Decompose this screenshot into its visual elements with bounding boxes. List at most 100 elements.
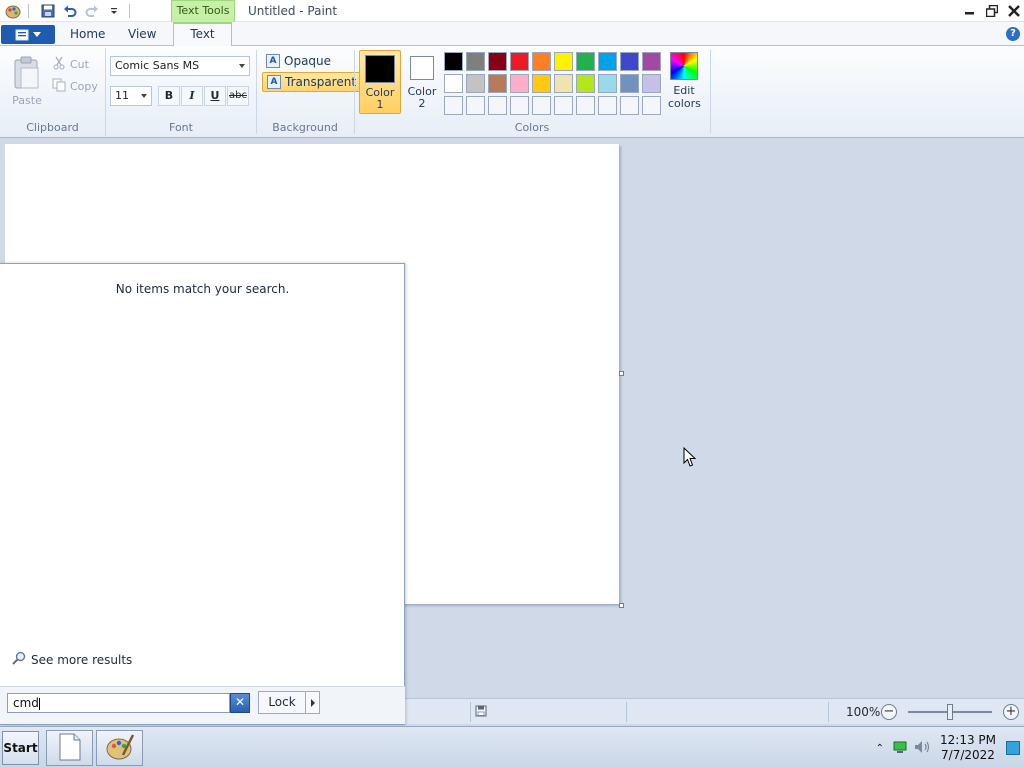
palette-swatch[interactable] bbox=[532, 74, 551, 93]
start-menu-footer: cmd ✕ Lock bbox=[0, 686, 405, 724]
disk-icon bbox=[475, 705, 487, 720]
color-palette bbox=[444, 52, 661, 115]
color1-button[interactable]: Color 1 bbox=[359, 50, 401, 114]
taskbar-explorer-button[interactable] bbox=[46, 730, 93, 766]
color-spectrum-icon bbox=[670, 52, 698, 80]
palette-swatch[interactable] bbox=[488, 96, 507, 115]
font-size-value: 11 bbox=[115, 89, 129, 102]
status-image-size bbox=[470, 702, 625, 722]
copy-icon bbox=[52, 78, 66, 95]
volume-icon[interactable] bbox=[914, 740, 932, 757]
palette-swatch[interactable] bbox=[444, 52, 463, 71]
tab-home[interactable]: Home bbox=[56, 24, 119, 46]
palette-swatch[interactable] bbox=[598, 96, 617, 115]
palette-swatch[interactable] bbox=[598, 52, 617, 71]
palette-swatch[interactable] bbox=[466, 52, 485, 71]
palette-swatch[interactable] bbox=[510, 96, 529, 115]
restore-button[interactable] bbox=[981, 0, 1002, 21]
resize-handle-corner[interactable] bbox=[619, 603, 624, 608]
quick-access-toolbar bbox=[0, 0, 136, 22]
palette-swatch[interactable] bbox=[532, 96, 551, 115]
clock[interactable]: 12:13 PM 7/7/2022 bbox=[940, 733, 996, 763]
palette-swatch[interactable] bbox=[620, 52, 639, 71]
start-search-value: cmd bbox=[13, 696, 39, 710]
underline-button[interactable]: U bbox=[204, 86, 226, 106]
palette-swatch[interactable] bbox=[488, 52, 507, 71]
show-hidden-icons-icon[interactable]: ⌃ bbox=[876, 743, 884, 754]
lock-button[interactable]: Lock bbox=[258, 691, 306, 714]
start-search-input[interactable]: cmd bbox=[7, 693, 230, 713]
see-more-results-link[interactable]: See more results bbox=[12, 651, 132, 668]
scissors-icon bbox=[52, 56, 66, 73]
minimize-button[interactable] bbox=[959, 0, 980, 21]
palette-swatch[interactable] bbox=[642, 96, 661, 115]
palette-swatch[interactable] bbox=[488, 74, 507, 93]
text-tools-context-label: Text Tools bbox=[171, 0, 235, 22]
zoom-out-button[interactable]: − bbox=[881, 704, 897, 720]
paste-label: Paste bbox=[12, 94, 42, 107]
palette-swatch[interactable] bbox=[554, 96, 573, 115]
palette-swatch[interactable] bbox=[642, 52, 661, 71]
zoom-level: 100% bbox=[846, 705, 881, 719]
status-cursor-position bbox=[404, 702, 469, 722]
color2-button[interactable]: Color 2 bbox=[403, 50, 441, 114]
clipboard-group-label: Clipboard bbox=[26, 121, 79, 134]
cut-button[interactable]: Cut bbox=[52, 56, 89, 73]
palette-swatch[interactable] bbox=[444, 74, 463, 93]
font-size-select[interactable]: 11 bbox=[110, 86, 152, 106]
palette-swatch[interactable] bbox=[554, 74, 573, 93]
show-desktop-button[interactable] bbox=[1006, 741, 1020, 755]
redo-icon[interactable] bbox=[83, 2, 101, 20]
palette-swatch[interactable] bbox=[466, 96, 485, 115]
mouse-cursor-icon bbox=[683, 446, 697, 470]
palette-swatch[interactable] bbox=[620, 74, 639, 93]
undo-icon[interactable] bbox=[61, 2, 79, 20]
clock-time: 12:13 PM bbox=[940, 733, 996, 747]
copy-button[interactable]: Copy bbox=[52, 78, 98, 95]
zoom-in-button[interactable]: + bbox=[1003, 704, 1019, 720]
palette-swatch[interactable] bbox=[576, 74, 595, 93]
search-icon bbox=[12, 651, 26, 668]
strikethrough-button[interactable]: abc bbox=[227, 86, 249, 106]
no-results-message: No items match your search. bbox=[115, 282, 290, 296]
palette-swatch[interactable] bbox=[576, 52, 595, 71]
bold-button[interactable]: B bbox=[158, 86, 180, 106]
chevron-down-icon bbox=[239, 64, 245, 68]
tab-text[interactable]: Text bbox=[173, 22, 232, 46]
italic-button[interactable]: I bbox=[181, 86, 203, 106]
taskbar-paint-button[interactable] bbox=[96, 730, 143, 766]
tab-view[interactable]: View bbox=[114, 24, 170, 46]
color1-swatch bbox=[365, 55, 395, 83]
palette-swatch[interactable] bbox=[466, 74, 485, 93]
close-button[interactable] bbox=[1003, 0, 1024, 21]
font-family-select[interactable]: Comic Sans MS bbox=[110, 56, 250, 76]
paste-icon bbox=[13, 56, 41, 93]
paste-button[interactable]: Paste bbox=[8, 52, 46, 108]
help-icon[interactable]: ? bbox=[1006, 27, 1020, 41]
start-button[interactable]: Start bbox=[2, 731, 39, 765]
palette-swatch[interactable] bbox=[598, 74, 617, 93]
edit-colors-button[interactable]: Edit colors bbox=[668, 52, 701, 110]
ribbon: Paste Cut Copy Clipboard Comic Sans MS 1… bbox=[0, 46, 1024, 138]
clear-search-icon[interactable]: ✕ bbox=[230, 693, 250, 713]
opaque-button[interactable]: A Opaque bbox=[262, 51, 335, 71]
palette-swatch[interactable] bbox=[510, 74, 529, 93]
zoom-slider-thumb[interactable] bbox=[947, 704, 953, 720]
palette-swatch[interactable] bbox=[444, 96, 463, 115]
power-options-arrow-button[interactable] bbox=[305, 691, 320, 714]
palette-swatch[interactable] bbox=[620, 96, 639, 115]
text-caret bbox=[38, 697, 40, 710]
palette-swatch[interactable] bbox=[554, 52, 573, 71]
palette-swatch[interactable] bbox=[510, 52, 529, 71]
customize-qat-icon[interactable] bbox=[105, 2, 123, 20]
paint-app-icon[interactable] bbox=[4, 2, 22, 20]
network-icon[interactable] bbox=[892, 740, 908, 757]
transparent-button[interactable]: A Transparent bbox=[262, 72, 362, 92]
palette-swatch[interactable] bbox=[532, 52, 551, 71]
palette-swatch[interactable] bbox=[642, 74, 661, 93]
resize-handle-right[interactable] bbox=[619, 371, 624, 376]
palette-swatch[interactable] bbox=[576, 96, 595, 115]
save-icon[interactable] bbox=[39, 2, 57, 20]
paint-menu-button[interactable] bbox=[1, 25, 55, 44]
font-group-label: Font bbox=[169, 121, 193, 134]
